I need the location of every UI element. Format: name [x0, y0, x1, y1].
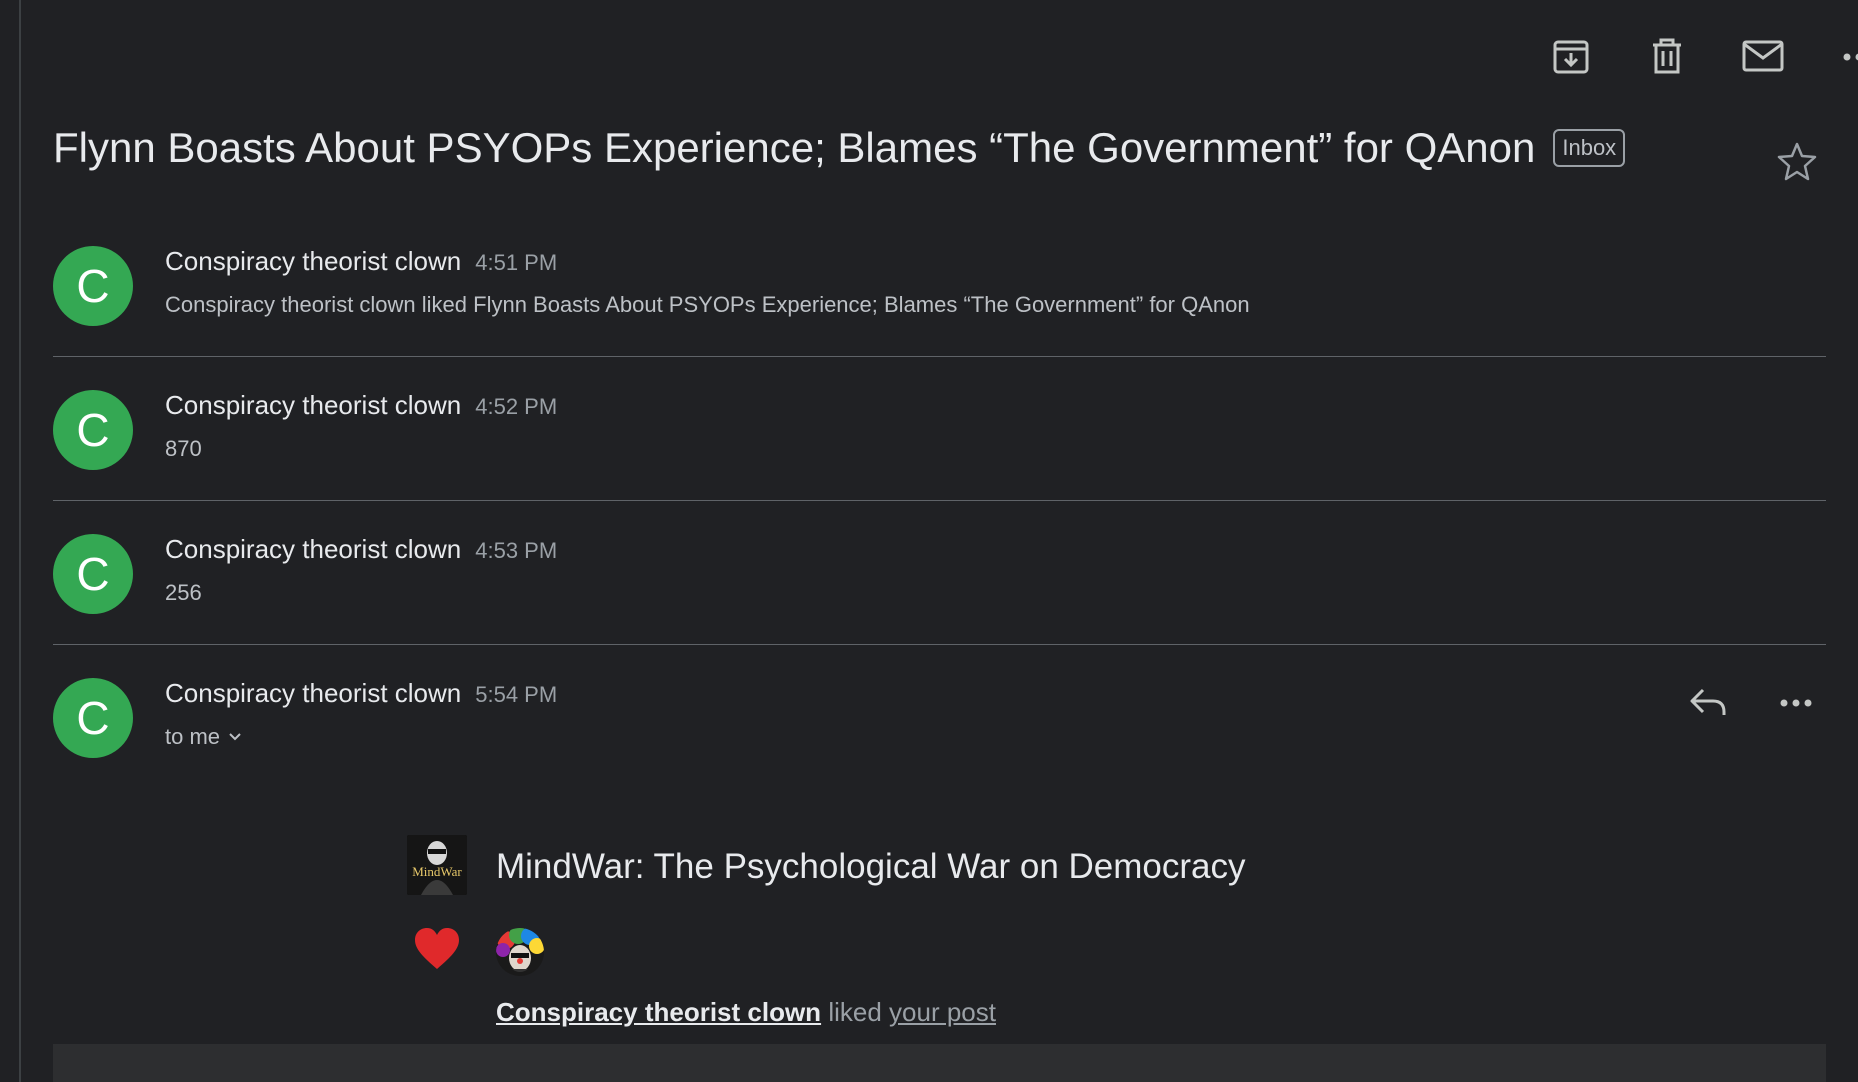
message-collapsed[interactable]: C Conspiracy theorist clown 4:51 PM Consp…	[53, 246, 1826, 358]
message-time: 5:54 PM	[475, 682, 558, 707]
sender-name: Conspiracy theorist clown	[165, 390, 462, 420]
star-button[interactable]	[1776, 140, 1818, 187]
message-divider	[53, 644, 1826, 645]
message-header: Conspiracy theorist clown 4:53 PM	[165, 534, 557, 565]
message-more-button[interactable]	[1768, 676, 1824, 728]
mindwar-logo: MindWar	[407, 835, 467, 895]
mark-unread-button[interactable]	[1735, 30, 1791, 82]
sender-name: Conspiracy theorist clown	[165, 246, 462, 276]
message-divider	[53, 356, 1826, 357]
liked-word: liked	[828, 997, 882, 1027]
message-header: Conspiracy theorist clown 4:51 PM	[165, 246, 557, 277]
sender-name: Conspiracy theorist clown	[165, 534, 462, 564]
recipient-details-toggle[interactable]: to me	[165, 724, 242, 750]
message-header: Conspiracy theorist clown 4:52 PM	[165, 390, 557, 421]
email-body-footer	[53, 1044, 1826, 1082]
thread-toolbar	[1408, 30, 1858, 82]
liker-avatar[interactable]	[496, 928, 544, 976]
mail-icon	[1742, 40, 1784, 72]
svg-text:MindWar: MindWar	[412, 864, 462, 879]
chevron-down-icon	[229, 733, 241, 741]
message-snippet: 256	[165, 580, 202, 605]
message-time: 4:53 PM	[475, 538, 558, 563]
heart-icon	[413, 927, 461, 976]
more-icon	[1843, 53, 1858, 61]
message-header: Conspiracy theorist clown 5:54 PM	[165, 678, 557, 709]
recipient-text: to me	[165, 724, 221, 749]
reply-icon	[1690, 688, 1726, 715]
message-expanded: C Conspiracy theorist clown 5:54 PM to me	[53, 678, 1826, 778]
archive-icon	[1553, 40, 1589, 74]
message-actions	[1626, 676, 1826, 736]
liker-name-link[interactable]: Conspiracy theorist clown	[496, 997, 821, 1027]
message-collapsed[interactable]: C Conspiracy theorist clown 4:53 PM 256	[53, 534, 1826, 646]
avatar: C	[53, 534, 133, 614]
delete-button[interactable]	[1639, 30, 1695, 82]
publication-logo[interactable]: MindWar	[407, 835, 467, 895]
message-collapsed[interactable]: C Conspiracy theorist clown 4:52 PM 870	[53, 390, 1826, 502]
avatar: C	[53, 390, 133, 470]
clown-avatar-image	[496, 928, 544, 976]
archive-button[interactable]	[1543, 30, 1599, 82]
left-border	[19, 0, 21, 1082]
inbox-label-badge[interactable]: Inbox	[1553, 129, 1626, 167]
liked-notification-text: Conspiracy theorist clown liked your pos…	[496, 997, 996, 1028]
message-divider	[53, 500, 1826, 501]
reply-button[interactable]	[1680, 676, 1736, 728]
sender-name[interactable]: Conspiracy theorist clown	[165, 678, 461, 708]
avatar: C	[53, 678, 133, 758]
star-icon	[1777, 142, 1817, 181]
more-options-button[interactable]	[1831, 30, 1858, 82]
avatar: C	[53, 246, 133, 326]
message-time: 4:51 PM	[475, 250, 558, 275]
thread-subject: Flynn Boasts About PSYOPs Experience; Bl…	[53, 124, 1536, 171]
trash-icon	[1653, 38, 1681, 74]
message-snippet: Conspiracy theorist clown liked Flynn Bo…	[165, 292, 1250, 317]
subject-row: Flynn Boasts About PSYOPs Experience; Bl…	[53, 124, 1626, 172]
your-post-link[interactable]: your post	[889, 997, 996, 1027]
message-snippet: 870	[165, 436, 202, 461]
message-time: 4:52 PM	[475, 394, 558, 419]
publication-title[interactable]: MindWar: The Psychological War on Democr…	[496, 847, 1246, 887]
more-icon	[1780, 699, 1812, 707]
